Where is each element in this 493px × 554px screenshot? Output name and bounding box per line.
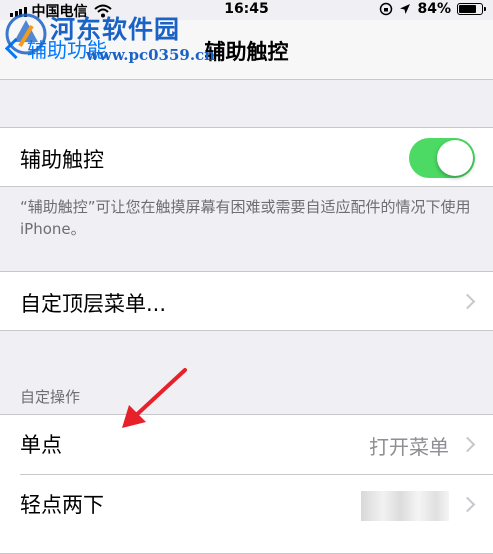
- battery-percent: 84%: [417, 1, 451, 17]
- watermark: 河东软件园 www.pc0359.cn: [4, 4, 244, 66]
- battery-icon: [457, 3, 486, 15]
- blurred-value: [361, 491, 449, 521]
- assistive-touch-group: 辅助触控: [0, 127, 493, 187]
- chevron-right-icon: [459, 436, 476, 453]
- custom-actions-header: 自定操作: [20, 388, 81, 406]
- toggle-knob: [437, 140, 473, 176]
- single-tap-label: 单点: [20, 433, 62, 457]
- assistive-touch-toggle[interactable]: [409, 138, 475, 178]
- double-tap-row[interactable]: 轻点两下: [0, 475, 493, 535]
- chevron-right-icon: [459, 293, 476, 310]
- watermark-logo-icon: [5, 13, 47, 55]
- custom-actions-group: 单点 打开菜单 轻点两下: [0, 414, 493, 554]
- orientation-lock-icon: [380, 2, 393, 16]
- location-icon: [400, 4, 411, 14]
- top-level-menu-group: 自定顶层菜单...: [0, 271, 493, 331]
- status-right: 84%: [379, 1, 486, 17]
- watermark-title: 河东软件园: [50, 15, 181, 44]
- watermark-url: www.pc0359.cn: [86, 46, 216, 64]
- top-level-menu-label: 自定顶层菜单...: [20, 292, 167, 316]
- top-level-menu-row[interactable]: 自定顶层菜单...: [0, 272, 493, 332]
- single-tap-value: 打开菜单: [369, 435, 449, 459]
- assistive-touch-footer: “辅助触控”可让您在触摸屏幕有困难或需要自适应配件的情况下使用 iPhone。: [20, 198, 471, 238]
- chevron-right-icon: [459, 496, 476, 513]
- double-tap-label: 轻点两下: [20, 493, 104, 517]
- single-tap-row[interactable]: 单点 打开菜单: [0, 415, 493, 475]
- assistive-touch-row: 辅助触控: [0, 128, 493, 188]
- assistive-touch-label: 辅助触控: [20, 148, 104, 172]
